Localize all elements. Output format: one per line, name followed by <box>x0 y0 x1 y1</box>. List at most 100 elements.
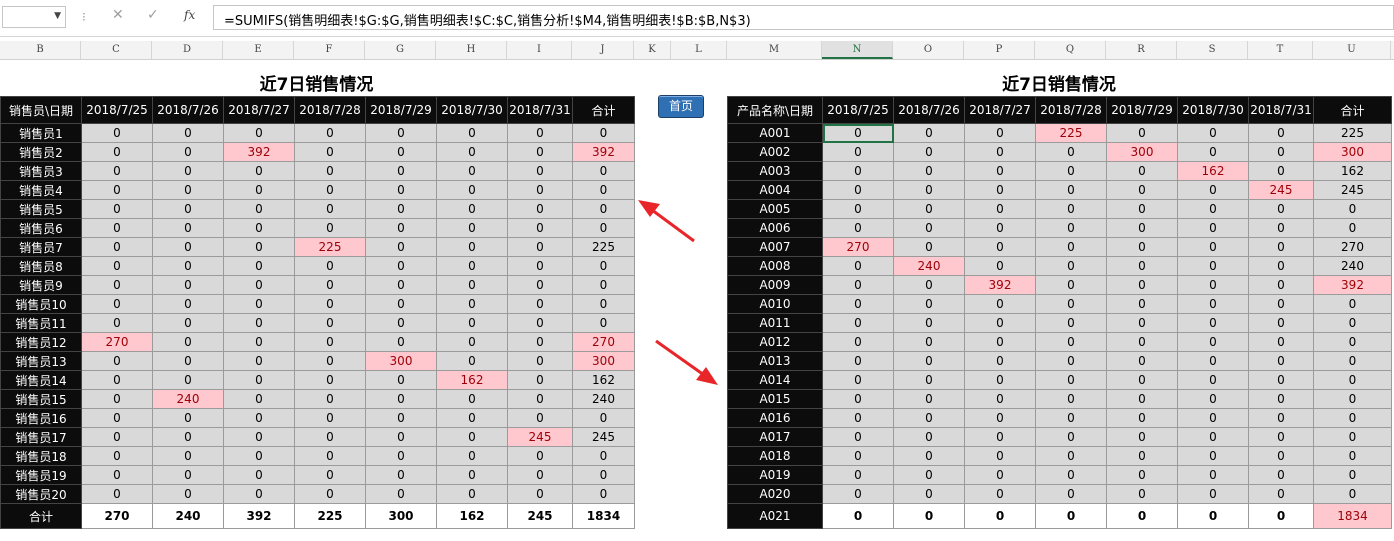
data-cell[interactable]: 0 <box>1313 218 1392 238</box>
data-cell[interactable]: 0 <box>294 332 366 352</box>
data-cell[interactable]: 0 <box>365 123 437 143</box>
data-cell[interactable]: 245 <box>1313 180 1392 200</box>
data-cell[interactable]: 0 <box>436 313 508 333</box>
data-cell[interactable]: 0 <box>572 123 635 143</box>
row-label[interactable]: A008 <box>727 256 823 276</box>
data-cell[interactable]: 0 <box>81 313 153 333</box>
row-label[interactable]: A010 <box>727 294 823 314</box>
data-cell[interactable]: 0 <box>152 199 224 219</box>
data-cell[interactable]: 240 <box>572 389 635 409</box>
data-cell[interactable]: 0 <box>964 427 1036 447</box>
data-cell[interactable]: 270 <box>572 332 635 352</box>
data-cell[interactable]: 0 <box>1177 503 1249 529</box>
row-label[interactable]: 销售员8 <box>0 256 82 276</box>
data-cell[interactable]: 0 <box>964 256 1036 276</box>
data-cell[interactable]: 240 <box>152 389 224 409</box>
data-cell[interactable]: 0 <box>822 313 894 333</box>
row-label[interactable]: A019 <box>727 465 823 485</box>
data-cell[interactable]: 0 <box>81 351 153 371</box>
data-cell[interactable]: 0 <box>1313 484 1392 504</box>
insert-function-icon[interactable]: fx <box>184 8 195 22</box>
data-cell[interactable]: 0 <box>81 465 153 485</box>
data-cell[interactable]: 0 <box>893 199 965 219</box>
data-cell[interactable]: 0 <box>507 465 573 485</box>
data-cell[interactable]: 0 <box>964 199 1036 219</box>
data-cell[interactable]: 0 <box>1248 446 1314 466</box>
data-cell[interactable]: 0 <box>436 465 508 485</box>
data-cell[interactable]: 0 <box>893 142 965 162</box>
data-cell[interactable]: 0 <box>365 161 437 181</box>
data-cell[interactable]: 0 <box>1035 161 1107 181</box>
data-cell[interactable]: 0 <box>294 123 366 143</box>
data-cell[interactable]: 0 <box>1313 199 1392 219</box>
data-cell[interactable]: 0 <box>223 161 295 181</box>
data-cell[interactable]: 0 <box>294 218 366 238</box>
data-cell[interactable]: 0 <box>1106 465 1178 485</box>
row-label[interactable]: A021 <box>727 503 823 529</box>
data-cell[interactable]: 0 <box>223 427 295 447</box>
data-cell[interactable]: 0 <box>1106 256 1178 276</box>
data-cell[interactable]: 0 <box>1248 408 1314 428</box>
row-label[interactable]: A020 <box>727 484 823 504</box>
data-cell[interactable]: 0 <box>365 484 437 504</box>
data-cell[interactable]: 0 <box>365 237 437 257</box>
data-cell[interactable]: 0 <box>1177 446 1249 466</box>
data-cell[interactable]: 245 <box>572 427 635 447</box>
data-cell[interactable]: 0 <box>572 180 635 200</box>
data-cell[interactable]: 0 <box>1177 256 1249 276</box>
data-cell[interactable]: 225 <box>1313 123 1392 143</box>
data-cell[interactable]: 0 <box>1313 294 1392 314</box>
data-cell[interactable]: 0 <box>893 161 965 181</box>
data-cell[interactable]: 0 <box>436 256 508 276</box>
row-label[interactable]: A014 <box>727 370 823 390</box>
data-cell[interactable]: 0 <box>152 332 224 352</box>
row-label[interactable]: 销售员12 <box>0 332 82 352</box>
column-header-i[interactable]: I <box>507 41 572 59</box>
data-cell[interactable]: 0 <box>893 180 965 200</box>
data-cell[interactable]: 0 <box>822 180 894 200</box>
data-cell[interactable]: 0 <box>1035 389 1107 409</box>
data-cell[interactable]: 225 <box>294 503 366 529</box>
column-header-k[interactable]: K <box>634 41 671 59</box>
data-cell[interactable]: 0 <box>1177 237 1249 257</box>
data-cell[interactable]: 0 <box>152 484 224 504</box>
data-cell[interactable]: 0 <box>1177 180 1249 200</box>
row-label[interactable]: A018 <box>727 446 823 466</box>
data-cell[interactable]: 0 <box>822 199 894 219</box>
row-label[interactable]: A015 <box>727 389 823 409</box>
data-cell[interactable]: 0 <box>436 408 508 428</box>
data-cell[interactable]: 0 <box>436 332 508 352</box>
data-cell[interactable]: 0 <box>152 256 224 276</box>
data-cell[interactable]: 0 <box>1177 484 1249 504</box>
data-cell[interactable]: 0 <box>1177 123 1249 143</box>
cancel-icon[interactable]: ✕ <box>112 7 124 23</box>
data-cell[interactable]: 0 <box>365 294 437 314</box>
data-cell[interactable]: 0 <box>294 294 366 314</box>
data-cell[interactable]: 225 <box>572 237 635 257</box>
data-cell[interactable]: 0 <box>572 446 635 466</box>
data-cell[interactable]: 0 <box>893 408 965 428</box>
column-header-l[interactable]: L <box>671 41 727 59</box>
data-cell[interactable]: 0 <box>223 294 295 314</box>
data-cell[interactable]: 162 <box>572 370 635 390</box>
data-cell[interactable]: 0 <box>822 484 894 504</box>
data-cell[interactable]: 0 <box>572 199 635 219</box>
data-cell[interactable]: 0 <box>365 142 437 162</box>
data-cell[interactable]: 0 <box>507 180 573 200</box>
row-label[interactable]: A009 <box>727 275 823 295</box>
row-label[interactable]: 销售员18 <box>0 446 82 466</box>
column-header-n[interactable]: N <box>822 41 893 59</box>
data-cell[interactable]: 0 <box>1248 503 1314 529</box>
data-cell[interactable]: 0 <box>365 199 437 219</box>
row-label[interactable]: 销售员10 <box>0 294 82 314</box>
data-cell[interactable]: 0 <box>893 389 965 409</box>
data-cell[interactable]: 0 <box>294 427 366 447</box>
data-cell[interactable]: 0 <box>294 161 366 181</box>
data-cell[interactable]: 0 <box>436 446 508 466</box>
data-cell[interactable]: 0 <box>1313 313 1392 333</box>
data-cell[interactable]: 1834 <box>572 503 635 529</box>
data-cell[interactable]: 0 <box>81 161 153 181</box>
row-label[interactable]: 销售员7 <box>0 237 82 257</box>
column-header-e[interactable]: E <box>223 41 294 59</box>
data-cell[interactable]: 0 <box>822 218 894 238</box>
